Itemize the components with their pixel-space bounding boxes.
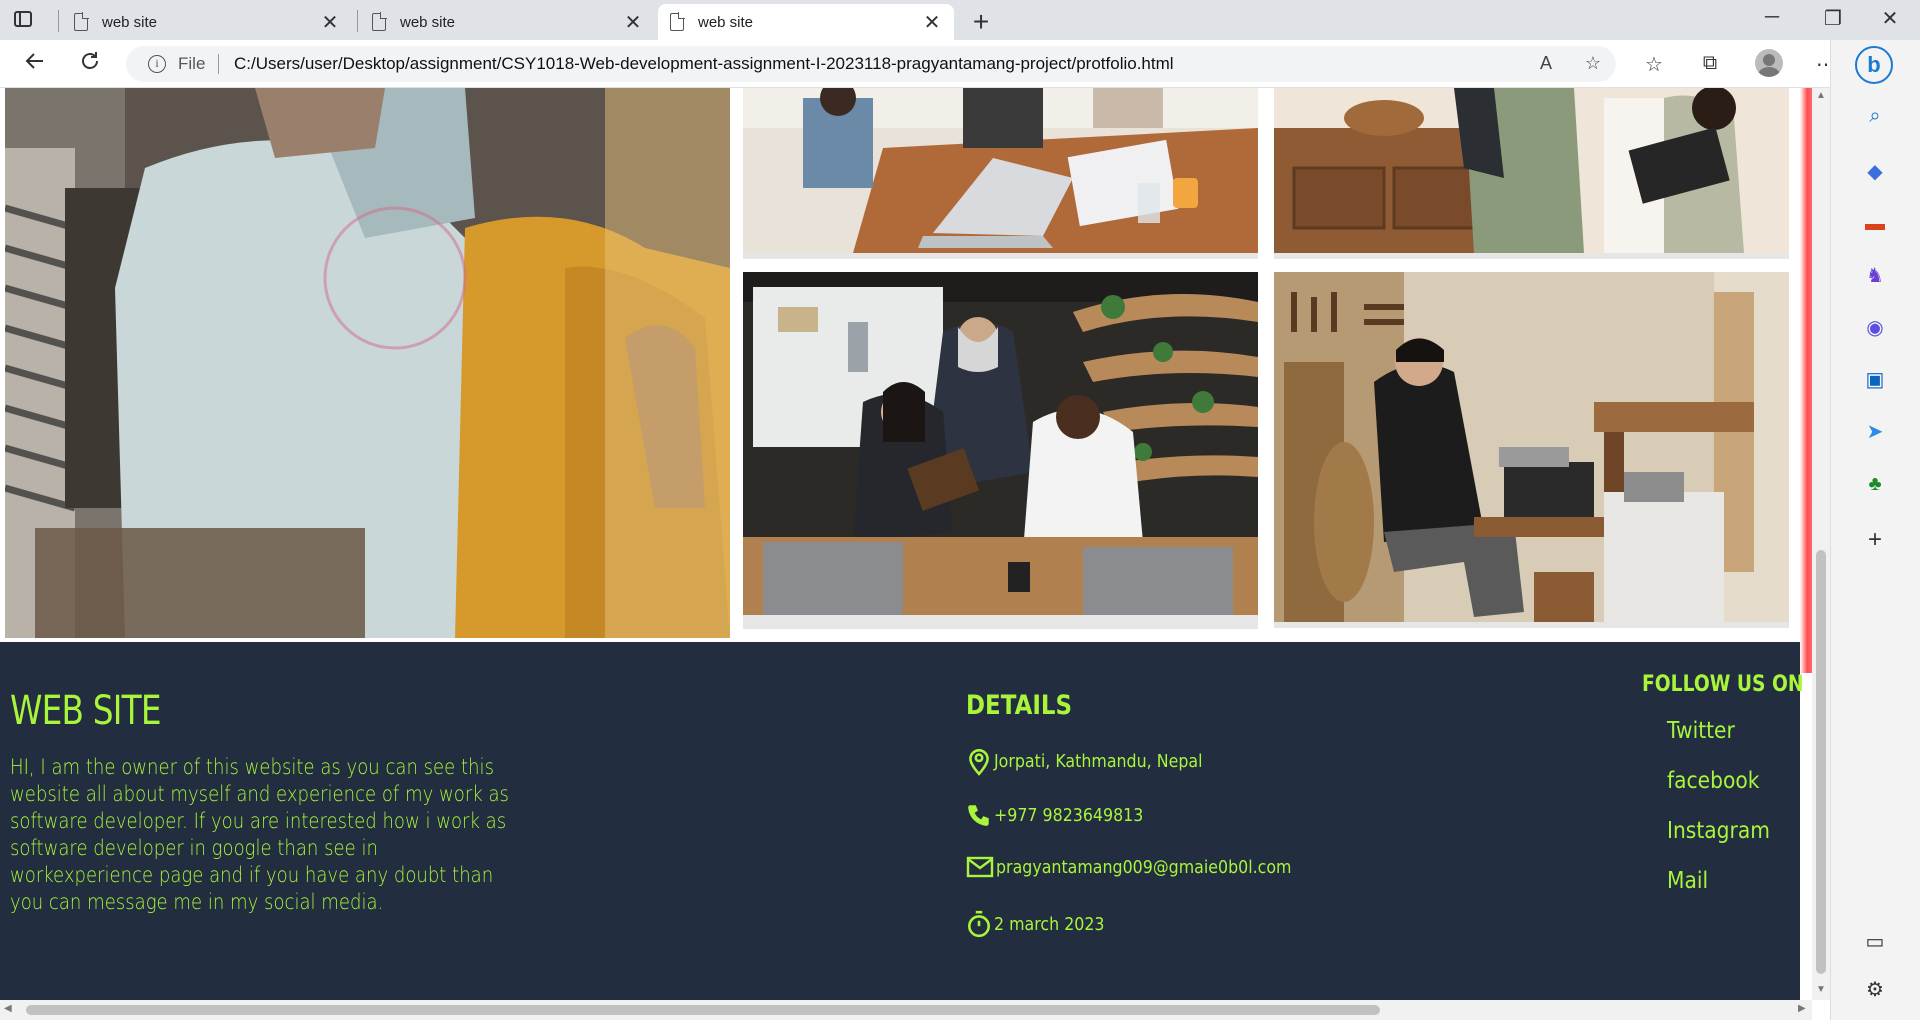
collections-icon[interactable]: ⧉	[1696, 52, 1724, 75]
read-aloud-icon[interactable]: A	[1534, 53, 1558, 74]
social-link-instagram[interactable]: Instagram	[1667, 818, 1770, 844]
horizontal-scroll-thumb[interactable]	[26, 1005, 1380, 1015]
window-close-icon[interactable]: ✕	[1870, 6, 1910, 31]
social-link-facebook[interactable]: facebook	[1667, 768, 1759, 794]
social-link-twitter[interactable]: Twitter	[1667, 718, 1735, 744]
tab-title: web site	[698, 13, 754, 31]
address-bar: i File C:/Users/user/Desktop/assignment/…	[0, 40, 1920, 88]
address-text: Jorpati, Kathmandu, Nepal	[994, 750, 1203, 772]
tab-1[interactable]: web site ✕	[62, 4, 352, 40]
page-icon	[670, 12, 685, 31]
detail-email: pragyantamang009@gmaie0b0l.com	[966, 856, 1332, 878]
photo-caption-strip	[743, 253, 1258, 259]
tag-icon[interactable]: ◆	[1861, 158, 1889, 186]
add-favorite-icon[interactable]: ☆	[1581, 53, 1605, 74]
scroll-down-icon[interactable]: ▼	[1816, 984, 1826, 995]
gallery-photo-office-team	[743, 272, 1258, 615]
tab-separator	[58, 10, 59, 32]
sidebar-panel-icon[interactable]: ▭	[1861, 928, 1889, 956]
vertical-scroll-thumb[interactable]	[1816, 550, 1826, 974]
detail-address: Jorpati, Kathmandu, Nepal	[966, 746, 1231, 776]
back-icon[interactable]	[20, 49, 50, 79]
phone-icon	[968, 805, 989, 826]
tab-2[interactable]: web site ✕	[360, 4, 655, 40]
scheme-label: File	[178, 54, 206, 73]
url-separator	[218, 54, 219, 74]
favorites-icon[interactable]: ☆	[1640, 52, 1668, 77]
scroll-right-icon[interactable]: ▶	[1798, 1003, 1806, 1014]
url-text[interactable]: C:/Users/user/Desktop/assignment/CSY1018…	[234, 54, 1174, 74]
tab-title: web site	[400, 13, 456, 31]
gallery-photo-meeting	[743, 88, 1258, 253]
photo-caption-strip	[1274, 253, 1789, 259]
date-text: 2 march 2023	[994, 913, 1105, 935]
refresh-icon[interactable]	[75, 49, 105, 79]
detail-date: 2 march 2023	[966, 910, 1120, 938]
minimize-icon[interactable]: ─	[1752, 6, 1792, 29]
restore-icon[interactable]: ❐	[1813, 6, 1853, 31]
footer-follow-title: FOLLOW US ON	[1642, 672, 1804, 697]
tab-3-active[interactable]: web site ✕	[658, 4, 954, 40]
site-footer: WEB SITE HI, I am the owner of this webs…	[0, 642, 1804, 1000]
games-icon[interactable]: ♞	[1861, 262, 1889, 290]
page-icon	[74, 12, 89, 31]
phone-text: +977 9823649813	[994, 804, 1144, 826]
vertical-scrollbar[interactable]: ▲ ▼	[1812, 88, 1830, 1000]
add-sidebar-icon[interactable]: +	[1861, 526, 1889, 554]
photo-caption-strip	[1274, 622, 1789, 628]
close-tab-icon[interactable]: ✕	[320, 10, 340, 35]
social-link-mail[interactable]: Mail	[1667, 868, 1708, 894]
email-icon	[966, 856, 994, 878]
photo-caption-strip	[743, 615, 1258, 629]
tools-icon[interactable]: ▬	[1861, 210, 1889, 238]
edge-sidebar: b ⌕ ◆ ▬ ♞ ◉ ▣ ➤ ♣ + ▭ ⚙	[1830, 40, 1920, 1020]
footer-site-title: WEB SITE	[10, 688, 162, 734]
gallery-photo-woodworker	[1274, 272, 1789, 622]
decorative-red-edge	[1800, 88, 1812, 673]
send-icon[interactable]: ➤	[1861, 418, 1889, 446]
tab-separator	[357, 10, 358, 32]
tab-actions-icon[interactable]	[14, 9, 36, 29]
scroll-left-icon[interactable]: ◀	[4, 1003, 12, 1014]
tree-icon[interactable]: ♣	[1861, 470, 1889, 498]
outlook-icon[interactable]: ▣	[1861, 366, 1889, 394]
url-field[interactable]: i File C:/Users/user/Desktop/assignment/…	[126, 46, 1616, 82]
close-tab-icon[interactable]: ✕	[922, 10, 942, 35]
gallery-photo-large	[5, 88, 730, 638]
bing-icon[interactable]: b	[1855, 46, 1893, 84]
location-pin-icon	[969, 749, 989, 776]
tab-title: web site	[102, 13, 158, 31]
timer-icon	[968, 910, 990, 938]
footer-details-title: DETAILS	[966, 690, 1073, 721]
close-tab-icon[interactable]: ✕	[623, 10, 643, 35]
scroll-up-icon[interactable]: ▲	[1816, 90, 1826, 101]
new-tab-icon[interactable]: +	[966, 6, 996, 38]
horizontal-scrollbar[interactable]: ◀ ▶	[0, 1000, 1812, 1020]
search-icon[interactable]: ⌕	[1861, 102, 1889, 130]
page-viewport: WEB SITE HI, I am the owner of this webs…	[0, 88, 1830, 1000]
settings-icon[interactable]: ⚙	[1861, 976, 1889, 1004]
gallery-photo-workshop-woman	[1274, 88, 1789, 253]
tab-strip: web site ✕ web site ✕ web site ✕ + ─ ❐ ✕	[0, 0, 1920, 40]
office-icon[interactable]: ◉	[1861, 314, 1889, 342]
email-text: pragyantamang009@gmaie0b0l.com	[996, 856, 1292, 878]
info-icon[interactable]: i	[148, 55, 166, 73]
detail-phone: +977 9823649813	[966, 802, 1164, 828]
footer-about-text: HI, I am the owner of this website as yo…	[10, 755, 509, 914]
profile-avatar[interactable]	[1755, 49, 1783, 77]
page-icon	[372, 12, 387, 31]
